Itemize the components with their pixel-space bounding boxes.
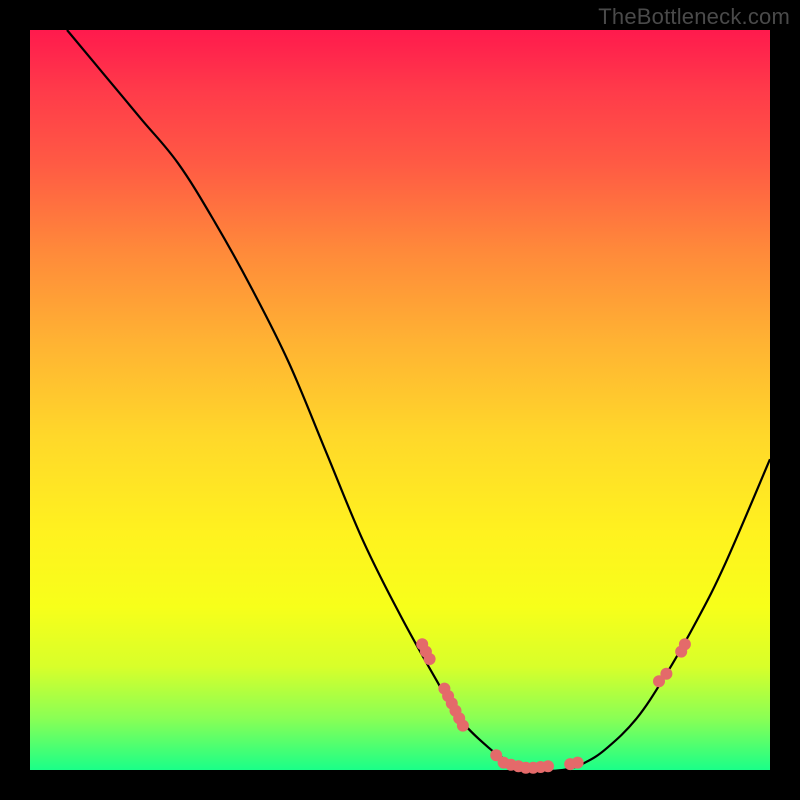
curve-marker — [457, 720, 469, 732]
curve-marker — [542, 760, 554, 772]
chart-frame: TheBottleneck.com — [0, 0, 800, 800]
curve-marker — [660, 668, 672, 680]
watermark-text: TheBottleneck.com — [598, 4, 790, 30]
curve-marker — [679, 638, 691, 650]
chart-svg-overlay — [30, 30, 770, 770]
curve-marker — [424, 653, 436, 665]
curve-marker — [572, 757, 584, 769]
curve-markers — [416, 638, 691, 774]
bottleneck-curve — [67, 30, 770, 771]
